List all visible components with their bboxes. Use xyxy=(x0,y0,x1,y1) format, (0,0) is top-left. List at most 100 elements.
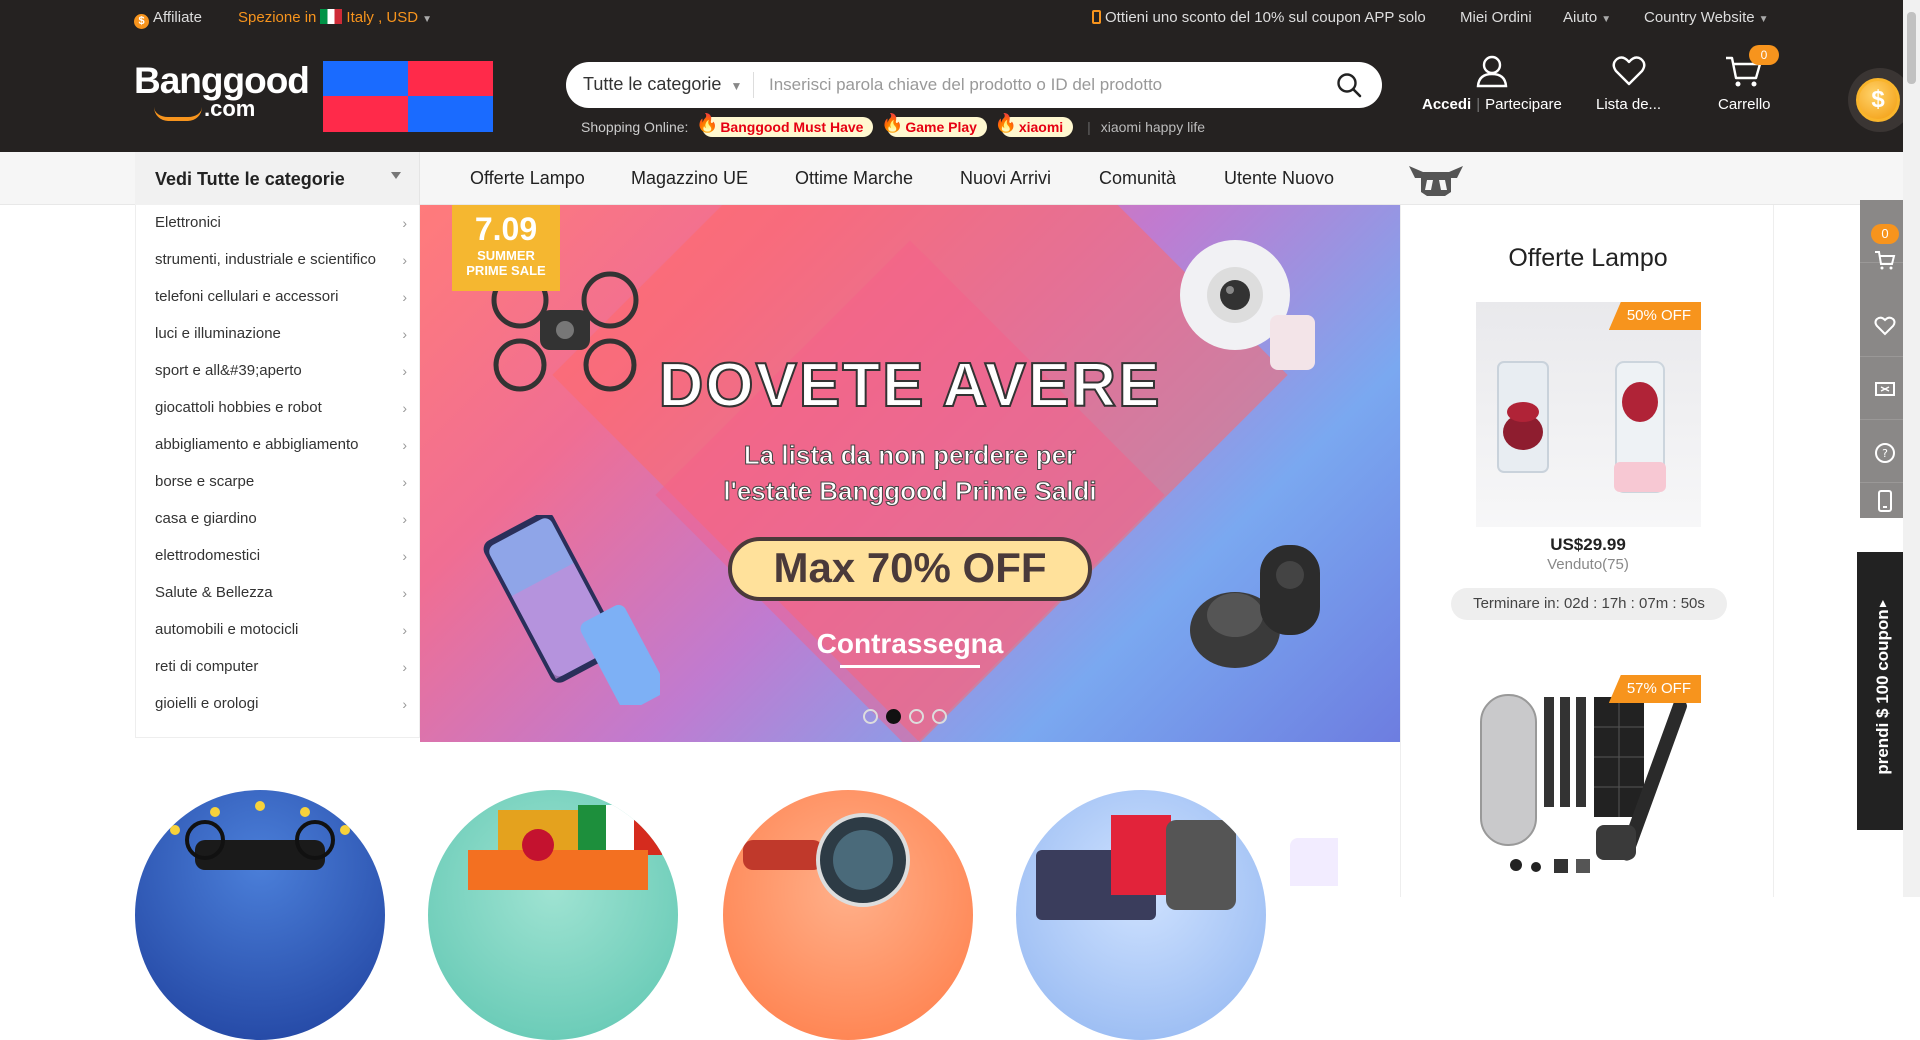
user-icon[interactable] xyxy=(1475,54,1509,88)
wishlist-link[interactable]: Lista de... xyxy=(1596,54,1661,113)
deal-price: US$29.99 xyxy=(1550,535,1626,554)
screwdriver-kit-product-image xyxy=(1480,694,1687,873)
caret-down-icon: ▼ xyxy=(1758,14,1769,25)
category-item[interactable]: automobili e motocicli › xyxy=(155,621,407,638)
carousel-dot[interactable] xyxy=(863,709,878,724)
scrollbar-thumb[interactable] xyxy=(1907,12,1916,84)
page-scrollbar[interactable] xyxy=(1903,0,1920,897)
deal-product-image[interactable]: 50% OFF xyxy=(1476,302,1701,527)
category-circle-app-sale[interactable] xyxy=(1016,790,1266,1040)
hero-discount-button[interactable]: Max 70% OFF xyxy=(728,537,1092,601)
chevron-right-icon: › xyxy=(402,511,407,527)
carousel-dots xyxy=(863,709,955,729)
category-item[interactable]: casa e giardino › xyxy=(155,510,407,527)
nav-new-user[interactable]: Utente Nuovo xyxy=(1224,168,1334,189)
cart-link[interactable]: Carrello 0 xyxy=(1718,45,1779,113)
my-orders-link[interactable]: Miei Ordini xyxy=(1460,9,1532,26)
category-item[interactable]: borse e scarpe › xyxy=(155,473,407,490)
phone-icon xyxy=(1092,10,1101,24)
caret-down-icon: ▼ xyxy=(730,79,743,93)
caret-down-icon: ▼ xyxy=(422,14,433,25)
hero-carousel[interactable]: 7.09 SUMMER PRIME SALE DOVETE AVERE La l… xyxy=(420,205,1400,742)
category-item[interactable]: elettrodomestici › xyxy=(155,547,407,564)
banggood-logo[interactable]: Banggood .com xyxy=(134,62,310,121)
nav-eu-warehouse[interactable]: Magazzino UE xyxy=(631,168,748,189)
flash-deals-title[interactable]: Offerte Lampo xyxy=(1401,244,1775,273)
category-item[interactable]: Elettronici › xyxy=(155,214,407,231)
chevron-right-icon: › xyxy=(402,622,407,638)
question-icon: ? xyxy=(1875,443,1895,463)
svg-text:?: ? xyxy=(1882,447,1888,460)
category-circle-watches[interactable] xyxy=(723,790,973,1040)
chevron-right-icon: › xyxy=(402,474,407,490)
account-menu: Accedi | Partecipare xyxy=(1422,54,1562,113)
float-cart-badge: 0 xyxy=(1871,224,1899,244)
login-link[interactable]: Accedi xyxy=(1422,96,1471,113)
category-item[interactable]: strumenti, industriale e scientifico › xyxy=(155,251,407,268)
carousel-dot-active[interactable] xyxy=(886,709,901,724)
help-menu[interactable]: Aiuto ▼ xyxy=(1563,9,1611,26)
hero-link-underline xyxy=(840,665,980,668)
phone-product-image xyxy=(483,515,660,705)
deal-countdown: Terminare in: 02d : 17h : 07m : 50s xyxy=(1451,588,1727,620)
country-website-menu[interactable]: Country Website ▼ xyxy=(1644,9,1769,26)
category-item[interactable]: luci e illuminazione › xyxy=(155,325,407,342)
chevron-right-icon: › xyxy=(402,437,407,453)
ship-to-selector[interactable]: Spezione in Italy , USD ▼ xyxy=(238,9,432,26)
search-input[interactable] xyxy=(769,70,1309,100)
flash-deals-panel: Offerte Lampo 50% OFF US$29.99 Venduto(7… xyxy=(1400,205,1775,900)
category-item[interactable]: gioielli e orologi › xyxy=(155,695,407,712)
category-item[interactable]: reti di computer › xyxy=(155,658,407,675)
header: Banggood .com Tutte le categorie ▼ Shopp… xyxy=(0,36,1920,152)
deal-sold-count: Venduto(75) xyxy=(1547,556,1629,573)
affiliate-link[interactable]: $ Affiliate xyxy=(134,9,202,29)
hot-tag[interactable]: 🔥 xiaomi xyxy=(995,113,1074,137)
hot-tag[interactable]: 🔥 Game Play xyxy=(881,113,987,137)
category-item[interactable]: abbigliamento e abbigliamento › xyxy=(155,436,407,453)
header-promo-banner[interactable] xyxy=(323,61,493,132)
mobile-icon xyxy=(1878,490,1892,512)
bull-mascot-logo[interactable] xyxy=(1405,160,1467,198)
main-nav: Vedi Tutte le categorie Offerte Lampo Ma… xyxy=(0,152,1920,205)
fire-icon: 🔥 xyxy=(881,113,904,133)
register-link[interactable]: Partecipare xyxy=(1485,96,1562,113)
carousel-dot[interactable] xyxy=(909,709,924,724)
category-circle-partial[interactable] xyxy=(1290,838,1338,886)
nav-flash-deals[interactable]: Offerte Lampo xyxy=(470,168,585,189)
discount-tag: 50% OFF xyxy=(1608,302,1701,330)
category-item[interactable]: giocattoli hobbies e robot › xyxy=(155,399,407,416)
deal-product-image[interactable]: 57% OFF xyxy=(1476,675,1701,900)
category-item[interactable]: Salute & Bellezza › xyxy=(155,584,407,601)
category-circle-eu-warehouse[interactable] xyxy=(135,790,385,1040)
blender-product-image xyxy=(1497,361,1666,493)
hero-bookmark-link[interactable]: Contrassegna xyxy=(420,628,1400,660)
currency: , USD xyxy=(378,9,419,26)
nav-new-arrivals[interactable]: Nuovi Arrivi xyxy=(960,168,1051,189)
carousel-dot[interactable] xyxy=(932,709,947,724)
chevron-right-icon: › xyxy=(402,289,407,305)
cart-count-badge: 0 xyxy=(1749,45,1779,65)
nav-top-brands[interactable]: Ottime Marche xyxy=(795,168,913,189)
italy-flag-basket-image xyxy=(468,805,662,890)
smartwatch-image xyxy=(743,813,910,907)
caret-down-icon xyxy=(391,172,401,179)
category-circle-italy[interactable] xyxy=(428,790,678,1040)
nav-community[interactable]: Comunità xyxy=(1099,168,1176,189)
all-categories-button[interactable]: Vedi Tutte le categorie xyxy=(135,152,420,205)
category-item[interactable]: sport e all&#39;aperto › xyxy=(155,362,407,379)
italy-flag-icon xyxy=(320,9,343,24)
app-coupon-link[interactable]: Ottieni uno sconto del 10% sul coupon AP… xyxy=(1092,9,1426,26)
logo-smile-mark xyxy=(154,107,202,121)
hot-label: Shopping Online: xyxy=(581,119,689,135)
chevron-right-icon: › xyxy=(402,363,407,379)
search-icon[interactable] xyxy=(1336,72,1362,98)
category-item[interactable]: telefoni cellulari e accessori › xyxy=(155,288,407,305)
ticket-icon xyxy=(1875,382,1895,396)
chevron-right-icon: › xyxy=(402,252,407,268)
search-category-select[interactable]: Tutte le categorie ▼ xyxy=(583,74,742,95)
top-bar: $ Affiliate Spezione in Italy , USD ▼ Ottie… xyxy=(0,0,1920,36)
cart-icon xyxy=(1875,251,1896,270)
hot-plain-link[interactable]: xiaomi happy life xyxy=(1087,119,1205,135)
hero-title: DOVETE AVERE xyxy=(658,350,1162,421)
hot-tag[interactable]: 🔥 Banggood Must Have xyxy=(696,113,874,137)
